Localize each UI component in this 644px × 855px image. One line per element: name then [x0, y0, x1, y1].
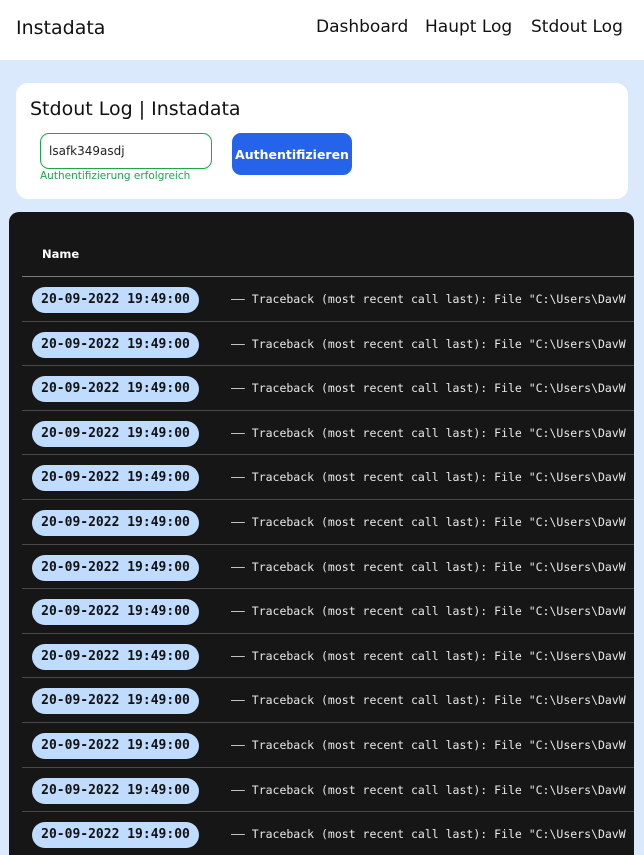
- log-message: —— Traceback (most recent call last): Fi…: [231, 292, 626, 306]
- auth-status-text: Authentifizierung erfolgreich: [40, 170, 191, 182]
- table-row[interactable]: 20-09-2022 19:49:00 —— Traceback (most re…: [22, 277, 634, 322]
- timestamp-badge: 20-09-2022 19:49:00: [32, 822, 199, 849]
- timestamp-badge: 20-09-2022 19:49:00: [32, 599, 199, 626]
- column-header-name: Name: [42, 247, 80, 261]
- timestamp-badge: 20-09-2022 19:49:00: [32, 777, 199, 804]
- table-row[interactable]: 20-09-2022 19:49:00 —— Traceback (most re…: [22, 545, 634, 590]
- log-message: —— Traceback (most recent call last): Fi…: [231, 381, 626, 396]
- log-table[interactable]: Name 20-09-2022 19:49:00 —— Traceback (mo…: [9, 212, 634, 855]
- table-row[interactable]: 20-09-2022 19:49:00 —— Traceback (most re…: [22, 411, 634, 456]
- log-message: —— Traceback (most recent call last): Fi…: [231, 425, 626, 440]
- timestamp-badge: 20-09-2022 19:49:00: [32, 465, 199, 492]
- table-row[interactable]: 20-09-2022 19:49:00 —— Traceback (most re…: [22, 500, 634, 545]
- timestamp-badge: 20-09-2022 19:49:00: [32, 509, 199, 536]
- log-message: —— Traceback (most recent call last): Fi…: [231, 827, 626, 842]
- nav-link-dashboard[interactable]: Dashboard: [316, 17, 408, 37]
- table-row[interactable]: 20-09-2022 19:49:00 —— Traceback (most re…: [22, 634, 634, 679]
- log-message: —— Traceback (most recent call last): Fi…: [231, 648, 626, 663]
- timestamp-badge: 20-09-2022 19:49:00: [32, 331, 199, 358]
- table-row[interactable]: 20-09-2022 19:49:00 —— Traceback (most re…: [22, 589, 634, 634]
- log-message: —— Traceback (most recent call last): Fi…: [231, 693, 626, 708]
- page-title: Stdout Log | Instadata: [30, 98, 241, 120]
- timestamp-badge: 20-09-2022 19:49:00: [32, 688, 199, 715]
- log-rows: 20-09-2022 19:49:00 —— Traceback (most re…: [9, 277, 634, 855]
- table-row[interactable]: 20-09-2022 19:49:00 —— Traceback (most re…: [22, 812, 634, 855]
- log-message: —— Traceback (most recent call last): Fi…: [231, 514, 626, 529]
- log-message: —— Traceback (most recent call last): Fi…: [231, 336, 626, 351]
- nav-link-stdout-log[interactable]: Stdout Log: [531, 17, 623, 37]
- log-message: —— Traceback (most recent call last): Fi…: [231, 559, 626, 574]
- log-message: —— Traceback (most recent call last): Fi…: [231, 737, 626, 752]
- log-message: —— Traceback (most recent call last): Fi…: [231, 604, 626, 619]
- brand-title[interactable]: Instadata: [16, 17, 105, 39]
- table-row[interactable]: 20-09-2022 19:49:00 —— Traceback (most re…: [22, 322, 634, 367]
- log-message: —— Traceback (most recent call last): Fi…: [231, 782, 626, 797]
- timestamp-badge: 20-09-2022 19:49:00: [32, 287, 199, 313]
- log-message: —— Traceback (most recent call last): Fi…: [231, 470, 626, 485]
- table-row[interactable]: 20-09-2022 19:49:00 —— Traceback (most re…: [22, 723, 634, 768]
- table-row[interactable]: 20-09-2022 19:49:00 —— Traceback (most re…: [22, 366, 634, 411]
- table-row[interactable]: 20-09-2022 19:49:00 —— Traceback (most re…: [22, 455, 634, 500]
- authenticate-button[interactable]: Authentifizieren: [232, 133, 352, 175]
- table-row[interactable]: 20-09-2022 19:49:00 —— Traceback (most re…: [22, 768, 634, 813]
- nav-link-haupt-log[interactable]: Haupt Log: [425, 17, 512, 37]
- auth-card: Stdout Log | Instadata Authentifizierung…: [16, 83, 628, 199]
- timestamp-badge: 20-09-2022 19:49:00: [32, 554, 199, 581]
- timestamp-badge: 20-09-2022 19:49:00: [32, 420, 199, 447]
- auth-token-input[interactable]: [40, 133, 212, 169]
- timestamp-badge: 20-09-2022 19:49:00: [32, 732, 199, 759]
- timestamp-badge: 20-09-2022 19:49:00: [32, 643, 199, 670]
- table-row[interactable]: 20-09-2022 19:49:00 —— Traceback (most re…: [22, 678, 634, 723]
- timestamp-badge: 20-09-2022 19:49:00: [32, 376, 199, 403]
- top-navbar: Instadata Dashboard Haupt Log Stdout Log: [0, 0, 644, 60]
